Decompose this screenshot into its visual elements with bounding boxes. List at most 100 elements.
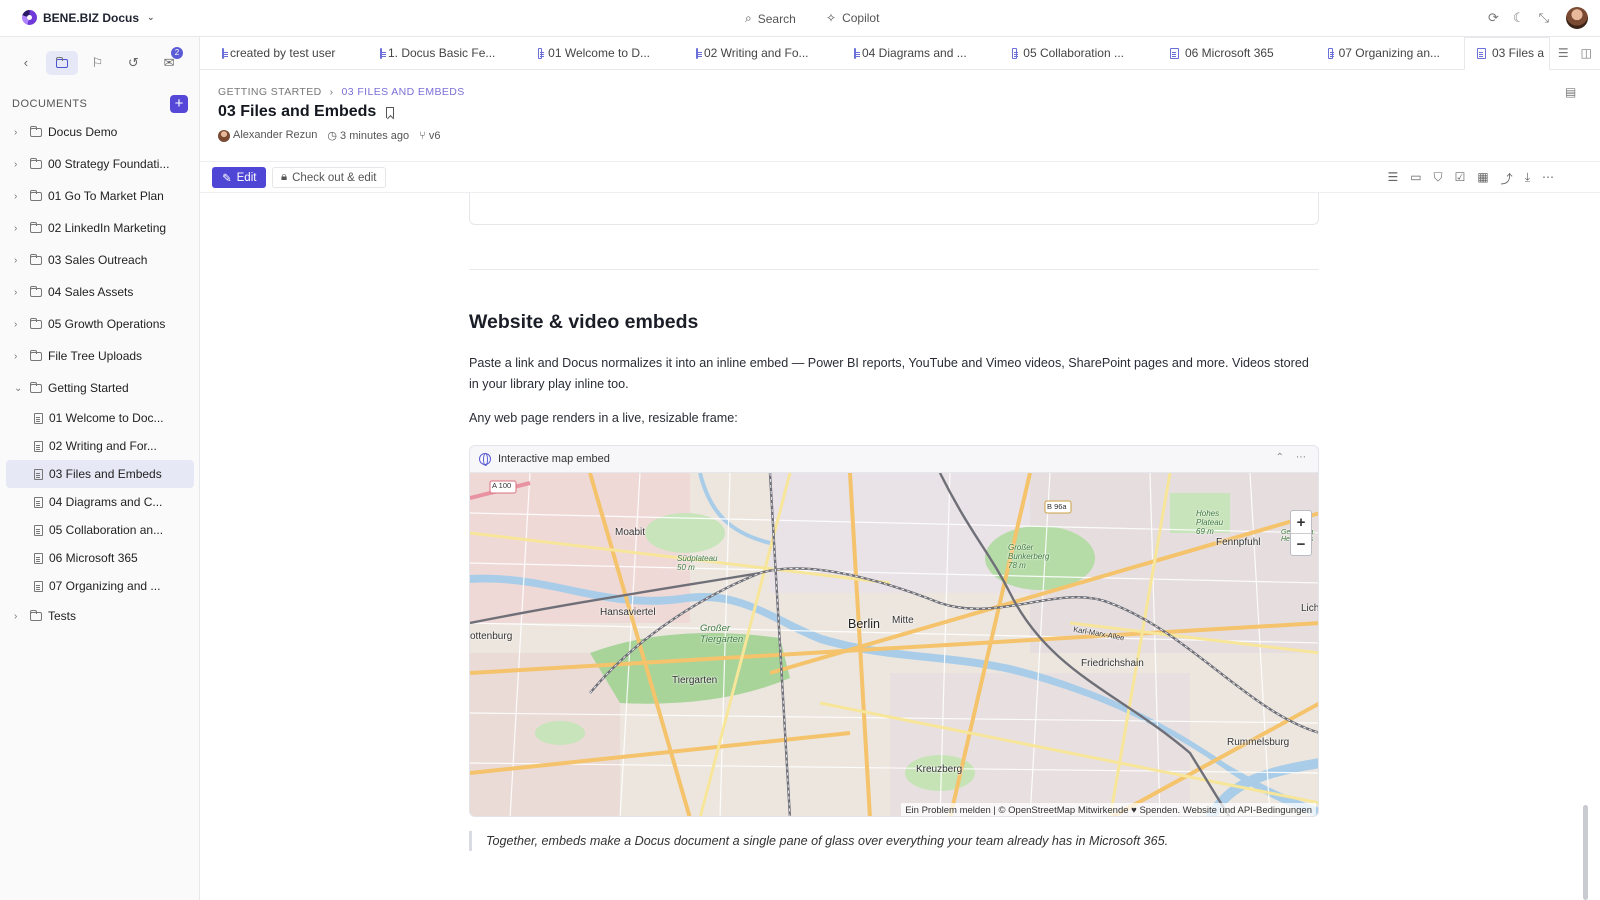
map-label: B 96a bbox=[1047, 502, 1067, 511]
calendar-icon[interactable]: ▦ bbox=[1477, 170, 1488, 187]
tree-folder[interactable]: ⌄ Getting Started bbox=[6, 372, 194, 404]
document-tab[interactable]: 02 Writing and Fo... bbox=[674, 37, 832, 70]
map-label: Großer Bunkerberg 78 m bbox=[1008, 543, 1050, 570]
tree-folder[interactable]: › Docus Demo bbox=[6, 116, 194, 148]
copilot-label: Copilot bbox=[842, 11, 880, 25]
chevron-right-icon[interactable]: › bbox=[14, 351, 24, 362]
more-icon[interactable]: ⋯ bbox=[1542, 170, 1554, 187]
map-label: A 100 bbox=[492, 481, 512, 490]
tree-folder[interactable]: › 03 Sales Outreach bbox=[6, 244, 194, 276]
chevron-down-icon[interactable]: ⌄ bbox=[14, 383, 24, 394]
map-label: Hohes Plateau 69 m bbox=[1196, 509, 1224, 536]
edit-label: Edit bbox=[236, 171, 257, 184]
dark-mode-icon[interactable]: ☾ bbox=[1513, 10, 1525, 26]
bookmarks-nav-button[interactable]: ⚐ bbox=[82, 51, 114, 75]
chevron-right-icon[interactable]: › bbox=[14, 191, 24, 202]
history-nav-button[interactable]: ↺ bbox=[117, 51, 149, 75]
split-view-icon[interactable]: ◫ bbox=[1581, 46, 1592, 60]
map-label: Südplateau 50 m bbox=[677, 554, 718, 572]
zoom-in-button[interactable]: + bbox=[1291, 511, 1311, 533]
author[interactable]: Alexander Rezun bbox=[218, 129, 317, 142]
tree-document[interactable]: 01 Welcome to Doc... bbox=[6, 404, 194, 432]
map-embed[interactable]: Interactive map embed ⌃ ⋯ A 100 B 96a Mo… bbox=[469, 445, 1319, 817]
map-label: Großer Tiergarten bbox=[700, 623, 744, 645]
documents-nav-button[interactable] bbox=[45, 50, 78, 75]
sparkle-icon: ✧ bbox=[826, 11, 837, 25]
map-tiles[interactable] bbox=[470, 473, 1319, 817]
tree-document[interactable]: 07 Organizing and ... bbox=[6, 572, 194, 600]
add-document-button[interactable]: + bbox=[170, 95, 188, 113]
tree-folder[interactable]: › 04 Sales Assets bbox=[6, 276, 194, 308]
outline-icon[interactable]: ☰ bbox=[1387, 170, 1398, 187]
chevron-right-icon[interactable]: › bbox=[14, 255, 24, 266]
tree-document[interactable]: 02 Writing and For... bbox=[6, 432, 194, 460]
tree-folder[interactable]: › 00 Strategy Foundati... bbox=[6, 148, 194, 180]
tree-folder[interactable]: › Tests bbox=[6, 600, 194, 632]
copilot-button[interactable]: ✧ Copilot bbox=[826, 11, 879, 25]
tree-folder[interactable]: › 01 Go To Market Plan bbox=[6, 180, 194, 212]
map-canvas[interactable]: A 100 B 96a Moabit Südplateau 50 m Hansa… bbox=[470, 473, 1319, 817]
embed-more-icon[interactable]: ⋯ bbox=[1296, 452, 1306, 463]
document-icon bbox=[1477, 47, 1486, 59]
zoom-out-button[interactable]: − bbox=[1291, 533, 1311, 555]
list-icon[interactable]: ☰ bbox=[1558, 46, 1569, 60]
edit-button[interactable]: ✎ Edit bbox=[212, 167, 267, 188]
tree-document[interactable]: 05 Collaboration an... bbox=[6, 516, 194, 544]
tree-document[interactable]: 06 Microsoft 365 bbox=[6, 544, 194, 572]
back-button[interactable]: ‹ bbox=[10, 51, 42, 75]
download-icon[interactable]: ⤓ bbox=[1525, 170, 1530, 187]
workspace-switcher[interactable]: BENE.BIZ Docus ⌄ bbox=[22, 10, 155, 25]
chevron-down-icon: ⌄ bbox=[147, 12, 155, 22]
sync-icon[interactable]: ⟳ bbox=[1488, 10, 1499, 26]
checkout-button[interactable]: 🔒︎ Check out & edit bbox=[272, 167, 386, 188]
document-tab[interactable]: 03 Files a bbox=[1464, 36, 1550, 70]
document-tab[interactable]: 06 Microsoft 365 bbox=[1148, 37, 1306, 70]
document-tab[interactable]: 1. Docus Basic Fe... bbox=[358, 37, 516, 70]
folder-icon bbox=[30, 190, 42, 201]
document-tab[interactable]: created by test user bbox=[200, 37, 358, 70]
breadcrumb-separator-icon: › bbox=[329, 86, 334, 98]
tree-document[interactable]: 04 Diagrams and C... bbox=[6, 488, 194, 516]
tree-document[interactable]: 03 Files and Embeds bbox=[6, 460, 194, 488]
share-icon[interactable]: ⤴ bbox=[1501, 170, 1513, 187]
checklist-icon[interactable]: ☑ bbox=[1455, 170, 1466, 187]
document-tab[interactable]: 05 Collaboration ... bbox=[990, 37, 1148, 70]
panel-toggle-icon[interactable]: ▤ bbox=[1565, 85, 1576, 99]
blockquote: Together, embeds make a Docus document a… bbox=[469, 831, 1168, 851]
chevron-right-icon[interactable]: › bbox=[14, 319, 24, 330]
chevron-right-icon[interactable]: › bbox=[14, 611, 24, 622]
chevron-right-icon[interactable]: › bbox=[14, 287, 24, 298]
document-tab[interactable]: 01 Welcome to D... bbox=[516, 37, 674, 70]
collapse-embed-icon[interactable]: ⌃ bbox=[1276, 452, 1284, 463]
map-label: Moabit bbox=[615, 527, 646, 538]
document-tab[interactable]: 07 Organizing an... bbox=[1306, 37, 1464, 70]
tree-item-label: 00 Strategy Foundati... bbox=[48, 157, 170, 171]
bookmark-icon[interactable] bbox=[386, 106, 395, 118]
globe-icon bbox=[479, 453, 491, 466]
document-tree: › Docus Demo › 00 Strategy Foundati... › 01 G… bbox=[6, 116, 194, 632]
modified-text: 3 minutes ago bbox=[340, 130, 410, 142]
shield-icon[interactable]: ⛉ bbox=[1434, 170, 1443, 187]
document-icon bbox=[1328, 47, 1334, 59]
document-content[interactable]: Website & video embeds Paste a link and … bbox=[200, 193, 1590, 900]
breadcrumb-parent[interactable]: GETTING STARTED bbox=[218, 86, 322, 98]
chevron-right-icon[interactable]: › bbox=[14, 127, 24, 138]
comment-icon[interactable]: ▭ bbox=[1410, 170, 1421, 187]
scrollbar[interactable] bbox=[1583, 805, 1588, 900]
document-icon bbox=[696, 47, 702, 59]
sidebar: ‹ ⚐ ↺ ✉ 2 DOCUMENTS + › Docus Demo › 00 Str… bbox=[0, 37, 200, 900]
tree-folder[interactable]: › 05 Growth Operations bbox=[6, 308, 194, 340]
folder-icon bbox=[30, 254, 42, 265]
collapse-icon[interactable]: ⤡ bbox=[1539, 10, 1549, 26]
folder-icon bbox=[30, 126, 42, 137]
document-tab[interactable]: 04 Diagrams and ... bbox=[832, 37, 990, 70]
chevron-right-icon[interactable]: › bbox=[14, 159, 24, 170]
chevron-right-icon[interactable]: › bbox=[14, 223, 24, 234]
search-button[interactable]: ⌕ Search bbox=[745, 11, 796, 26]
inbox-nav-button[interactable]: ✉ 2 bbox=[153, 46, 185, 75]
tree-folder[interactable]: › 02 LinkedIn Marketing bbox=[6, 212, 194, 244]
version[interactable]: ⑂ v6 bbox=[419, 130, 440, 142]
user-avatar[interactable] bbox=[1566, 7, 1588, 29]
map-attribution[interactable]: Ein Problem melden | © OpenStreetMap Mit… bbox=[901, 803, 1316, 816]
tree-folder[interactable]: › File Tree Uploads bbox=[6, 340, 194, 372]
